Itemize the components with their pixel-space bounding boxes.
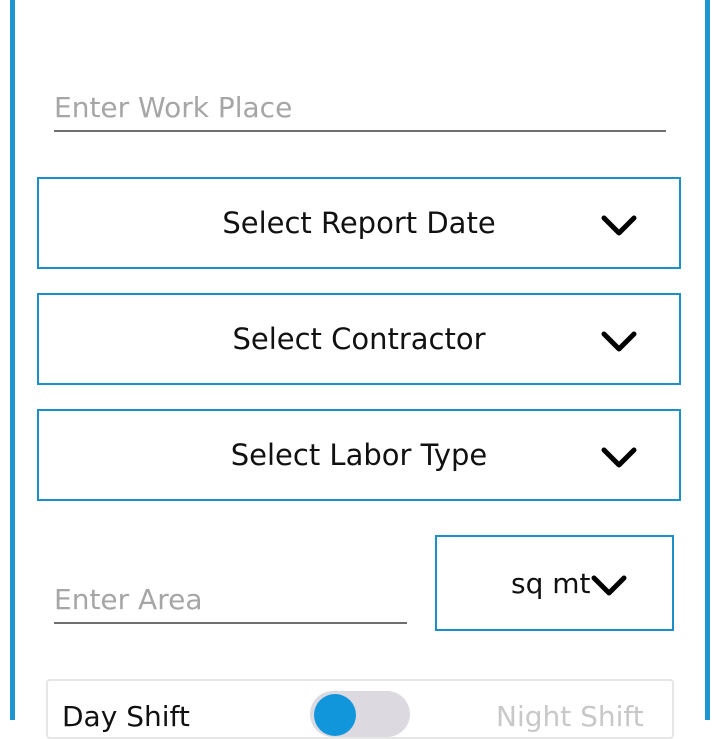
chevron-down-icon <box>591 575 627 596</box>
report-date-label: Select Report Date <box>222 206 496 240</box>
shift-toggle-knob[interactable] <box>314 694 356 736</box>
chevron-down-icon <box>601 331 637 352</box>
chevron-down-icon <box>601 215 637 236</box>
night-shift-label: Night Shift <box>496 700 644 733</box>
chevron-down-icon <box>601 447 637 468</box>
labor-type-dropdown[interactable]: Select Labor Type <box>37 409 681 501</box>
report-date-dropdown[interactable]: Select Report Date <box>37 177 681 269</box>
unit-dropdown[interactable]: sq mt <box>435 535 674 631</box>
left-border <box>10 0 15 720</box>
contractor-label: Select Contractor <box>232 322 486 356</box>
contractor-dropdown[interactable]: Select Contractor <box>37 293 681 385</box>
right-border <box>705 0 710 720</box>
area-input[interactable] <box>54 576 407 624</box>
day-shift-label: Day Shift <box>62 700 190 733</box>
labor-type-label: Select Labor Type <box>230 438 488 472</box>
work-place-input[interactable] <box>54 84 666 132</box>
unit-label: sq mt <box>511 567 591 600</box>
